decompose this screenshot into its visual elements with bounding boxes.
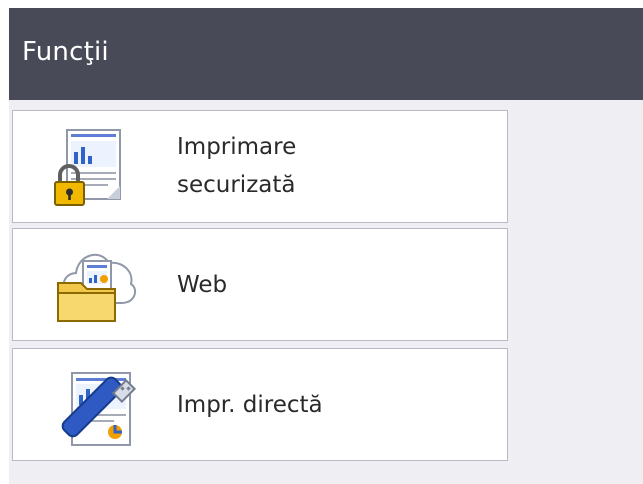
function-menu: Imprimare securizată Web Impr. directă <box>9 100 643 484</box>
secure-print-label-line-1: Imprimare <box>177 134 297 160</box>
secure-print-icon <box>54 129 121 206</box>
secure-print-label-line-2: securizată <box>177 172 296 198</box>
screen-title: Funcţii <box>22 37 109 67</box>
web-button[interactable]: Web <box>12 228 508 341</box>
secure-print-label: Imprimare securizată <box>177 128 296 204</box>
usb-direct-print-icon <box>61 372 137 446</box>
touchscreen-display: Funcţii Imprimare securizată Web Impr. d… <box>0 0 643 484</box>
screen-header: Funcţii <box>9 8 643 100</box>
secure-print-button[interactable]: Imprimare securizată <box>12 110 508 223</box>
direct-print-label: Impr. directă <box>177 392 323 418</box>
direct-print-button[interactable]: Impr. directă <box>12 348 508 461</box>
web-label: Web <box>177 272 228 298</box>
web-folder-icon <box>57 253 137 322</box>
